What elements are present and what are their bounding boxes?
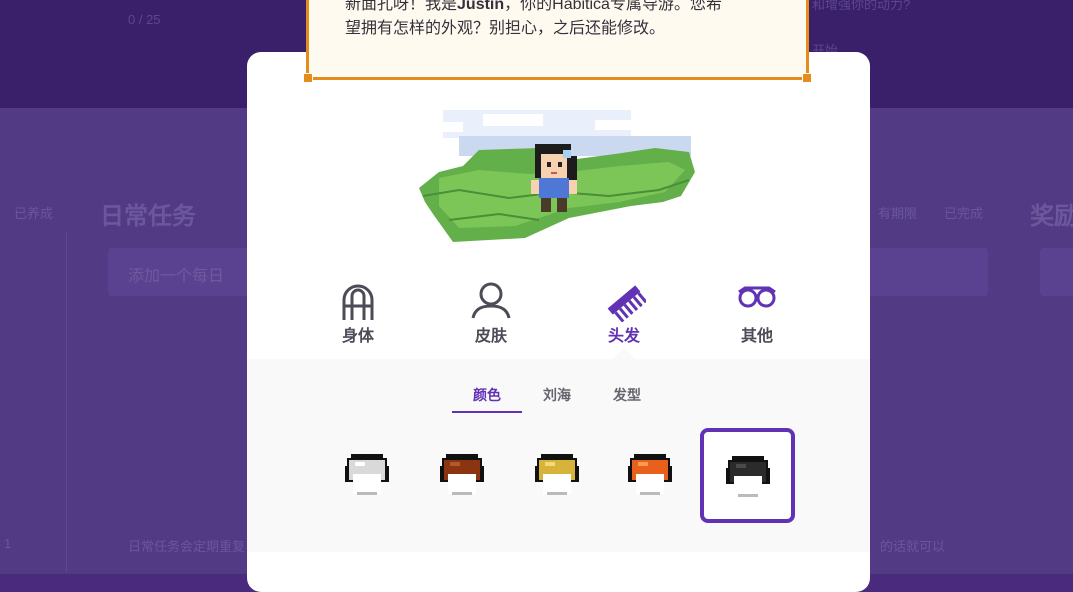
header-prompt-text: 和增强你的动力? [812, 0, 911, 12]
hair-color-red[interactable] [605, 429, 695, 519]
hair-swatch-icon [345, 454, 389, 495]
rewards-title: 奖励 [1030, 203, 1073, 230]
subtab-bangs[interactable]: 刘海 [543, 385, 571, 405]
hair-swatch-icon [535, 454, 579, 495]
tab-skin-label: 皮肤 [474, 328, 507, 345]
hair-swatch-icon [440, 454, 484, 495]
skin-icon [471, 282, 511, 319]
habits-status-filter[interactable]: 已养成 [14, 203, 53, 222]
hair-color-white[interactable] [322, 429, 412, 519]
tooltip-corner [802, 73, 812, 83]
hair-swatch-icon [628, 454, 672, 495]
guide-message: 新面孔呀！我是Justin，你的Habitica专属导游。您希 望拥有怎样的外观… [345, 0, 785, 41]
guide-message-suffix: ，你的Habitica专属导游。您希 [504, 0, 722, 13]
dailies-empty-hint: 日常任务会定期重复 [128, 539, 246, 554]
tab-hair-label: 头发 [607, 328, 640, 345]
subtab-style[interactable]: 发型 [613, 385, 641, 405]
guide-message-line2: 望拥有怎样的外观？别担心，之后还能修改。 [345, 20, 666, 37]
task-progress: 0 / 25 [128, 12, 161, 27]
filter-due[interactable]: 有期限 [878, 203, 917, 222]
rewards-empty-hint: 的话就可以 [880, 539, 946, 554]
column-divider [66, 232, 67, 572]
active-tab-indicator [613, 348, 635, 359]
tab-skin[interactable]: 皮肤 [446, 274, 536, 354]
hair-color-blond[interactable] [512, 429, 602, 519]
tooltip-corner [303, 73, 313, 83]
dailies-title: 日常任务 [100, 203, 196, 230]
tab-body-label: 身体 [341, 328, 374, 345]
comb-icon [607, 285, 646, 322]
hair-swatch-icon [725, 455, 770, 497]
hair-options-panel: 颜色 刘海 发型 [247, 359, 870, 552]
avatar-preview [419, 110, 695, 242]
guide-name: Justin [457, 0, 505, 13]
tab-extra-label: 其他 [740, 328, 773, 345]
add-daily-placeholder: 添加一个每日 [128, 268, 225, 285]
tab-body[interactable]: 身体 [313, 274, 403, 354]
tab-hair[interactable]: 头发 [579, 274, 669, 354]
guide-tooltip: 新面孔呀！我是Justin，你的Habitica专属导游。您希 望拥有怎样的外观… [303, 0, 812, 83]
add-reward-input[interactable] [1040, 248, 1073, 296]
subtab-color[interactable]: 颜色 [473, 385, 501, 405]
tab-extra[interactable]: 其他 [712, 274, 802, 354]
avatar-customize-modal: 身体 皮肤 头发 其他 颜色 刘海 发型 [247, 52, 870, 592]
guide-message-prefix: 新面孔呀！我是 [345, 0, 458, 13]
glasses-icon [738, 286, 776, 308]
hair-color-black[interactable] [700, 428, 795, 523]
body-icon [342, 284, 374, 320]
hair-color-brown[interactable] [417, 429, 507, 519]
filter-completed[interactable]: 已完成 [944, 203, 983, 222]
subtab-underline [452, 411, 522, 413]
habits-empty-number: 1 [4, 536, 12, 551]
